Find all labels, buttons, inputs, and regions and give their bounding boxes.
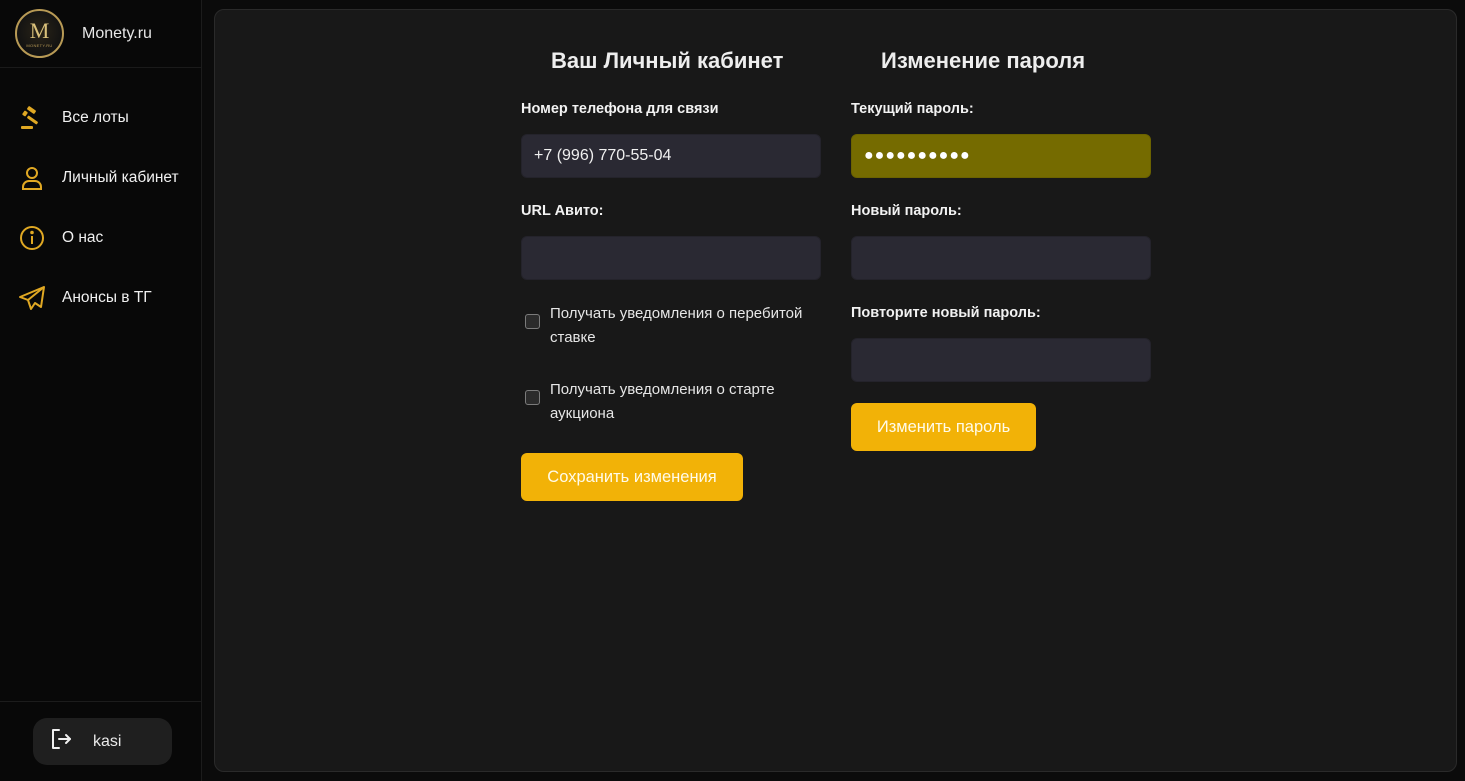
- main-panel: Ваш Личный кабинет Номер телефона для св…: [214, 9, 1457, 772]
- gavel-icon: [18, 104, 46, 132]
- info-icon: [18, 224, 46, 252]
- sidebar-item-label: Все лоты: [62, 109, 129, 126]
- notify-outbid-row[interactable]: Получать уведомления о перебитой ставке: [525, 302, 825, 350]
- notify-outbid-checkbox[interactable]: [525, 314, 540, 329]
- current-password-label: Текущий пароль:: [851, 101, 974, 117]
- phone-input[interactable]: +7 (996) 770-55-04: [521, 134, 821, 178]
- current-password-input[interactable]: ●●●●●●●●●●: [851, 134, 1151, 178]
- sidebar: M MONETY.RU Monety.ru Все лоты Личный ка…: [0, 0, 202, 781]
- logo-caption: MONETY.RU: [26, 42, 53, 48]
- brand[interactable]: M MONETY.RU Monety.ru: [0, 0, 201, 68]
- logo-letter: M: [29, 17, 50, 43]
- avito-url-label: URL Авито:: [521, 203, 604, 219]
- repeat-password-input[interactable]: [851, 338, 1151, 382]
- phone-value: +7 (996) 770-55-04: [534, 147, 672, 164]
- logout-button[interactable]: kasi: [33, 718, 172, 765]
- sidebar-item-all-lots[interactable]: Все лоты: [0, 88, 201, 148]
- new-password-label: Новый пароль:: [851, 203, 962, 219]
- app-window: M MONETY.RU Monety.ru Все лоты Личный ка…: [0, 0, 1465, 781]
- user-name: kasi: [93, 732, 122, 750]
- phone-label: Номер телефона для связи: [521, 101, 719, 117]
- brand-logo: M MONETY.RU: [15, 9, 64, 58]
- current-password-value: ●●●●●●●●●●: [864, 147, 971, 164]
- profile-title: Ваш Личный кабинет: [551, 48, 784, 73]
- sidebar-item-label: Личный кабинет: [62, 169, 179, 186]
- telegram-icon: [18, 284, 46, 312]
- sidebar-item-profile[interactable]: Личный кабинет: [0, 148, 201, 208]
- brand-name: Monety.ru: [82, 24, 152, 42]
- sidebar-nav: Все лоты Личный кабинет О нас Анонсы в Т…: [0, 88, 201, 328]
- save-changes-button[interactable]: Сохранить изменения: [521, 453, 743, 501]
- repeat-password-label: Повторите новый пароль:: [851, 305, 1041, 321]
- notify-auction-start-checkbox[interactable]: [525, 390, 540, 405]
- notify-outbid-label: Получать уведомления о перебитой ставке: [550, 305, 803, 346]
- logout-icon: [49, 727, 73, 756]
- sidebar-item-about[interactable]: О нас: [0, 208, 201, 268]
- notify-auction-start-row[interactable]: Получать уведомления о старте аукциона: [525, 378, 825, 426]
- notify-auction-start-label: Получать уведомления о старте аукциона: [550, 381, 775, 422]
- sidebar-item-label: Анонсы в ТГ: [62, 289, 152, 306]
- sidebar-item-label: О нас: [62, 229, 104, 246]
- sidebar-footer: kasi: [0, 701, 201, 781]
- avito-url-input[interactable]: [521, 236, 821, 280]
- sidebar-item-telegram[interactable]: Анонсы в ТГ: [0, 268, 201, 328]
- password-title: Изменение пароля: [881, 48, 1086, 73]
- new-password-input[interactable]: [851, 236, 1151, 280]
- change-password-button[interactable]: Изменить пароль: [851, 403, 1036, 451]
- user-icon: [18, 164, 46, 192]
